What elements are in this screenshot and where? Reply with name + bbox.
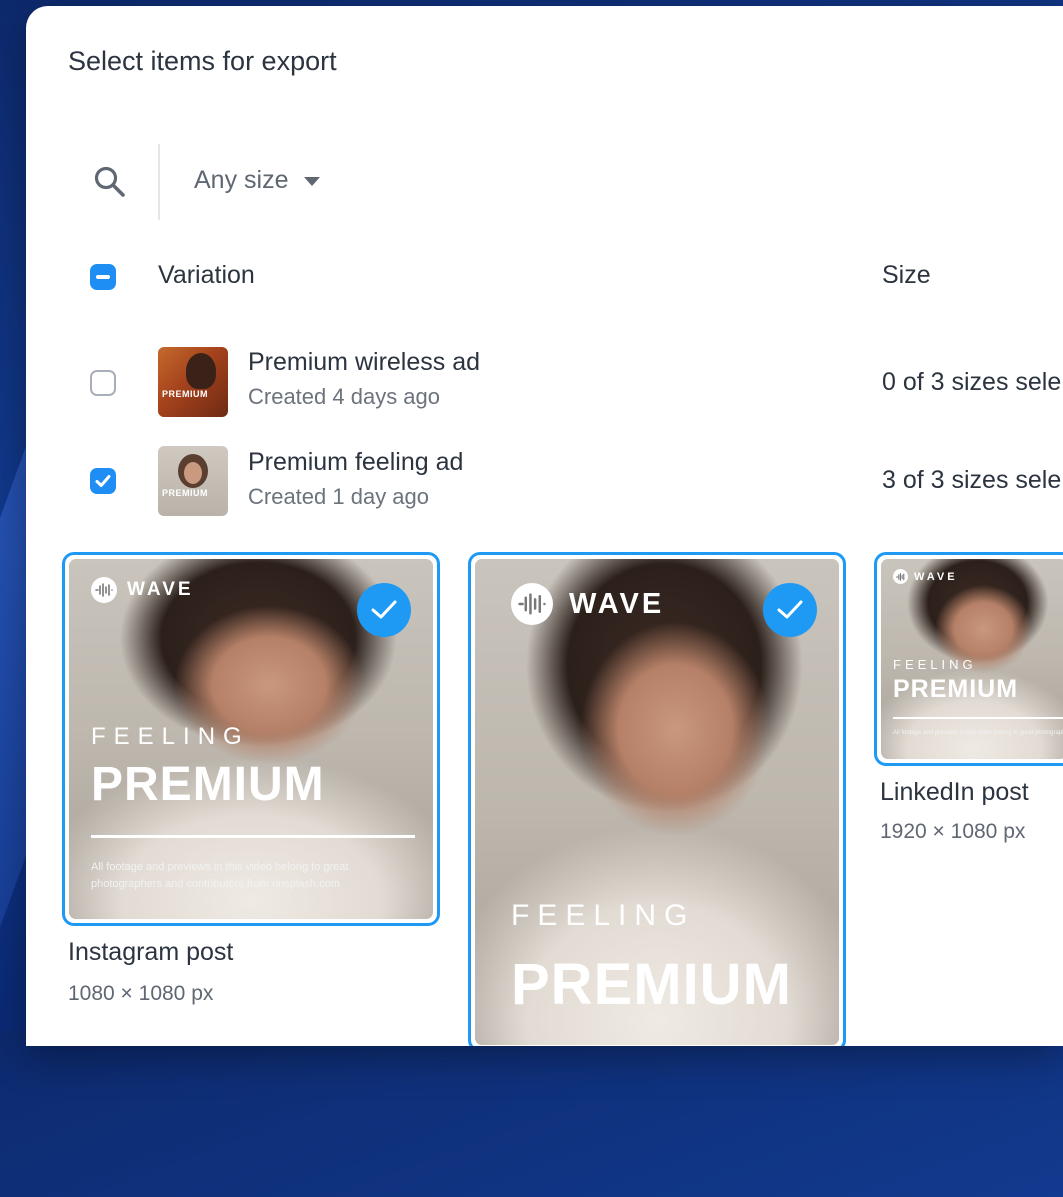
variation-name[interactable]: Premium feeling ad xyxy=(248,448,463,477)
variation-thumbnail: PREMIUM xyxy=(158,446,228,516)
wave-logo-icon xyxy=(511,583,553,625)
ad-preview-image: WAVE FEELING PREMIUM xyxy=(475,559,839,1045)
size-card-linkedin[interactable]: WAVE FEELING PREMIUM All footage and pre… xyxy=(874,552,1063,766)
ad-divider xyxy=(893,717,1063,719)
wave-brand-text: WAVE xyxy=(127,579,194,600)
variation-thumbnail: PREMIUM xyxy=(158,347,228,417)
ad-kicker: FEELING xyxy=(893,657,977,672)
ad-divider xyxy=(91,835,415,838)
variation-name[interactable]: Premium wireless ad xyxy=(248,348,480,377)
column-header-variation: Variation xyxy=(158,261,255,289)
row-checkbox[interactable] xyxy=(90,370,116,396)
ad-kicker: FEELING xyxy=(511,899,696,932)
wave-logo: WAVE xyxy=(511,583,664,625)
wave-logo: WAVE xyxy=(91,577,194,603)
checkmark-icon xyxy=(95,475,111,487)
toolbar-divider xyxy=(158,144,160,220)
card-label: LinkedIn post xyxy=(880,778,1029,806)
chevron-down-icon xyxy=(304,177,321,186)
size-filter-label: Any size xyxy=(194,166,289,194)
thumbnail-text: PREMIUM xyxy=(162,488,208,498)
ad-headline: PREMIUM xyxy=(511,952,792,1017)
size-status: 0 of 3 sizes sele xyxy=(882,368,1062,396)
ad-preview-image: WAVE FEELING PREMIUM All footage and pre… xyxy=(69,559,433,919)
card-dimensions: 1920 × 1080 px xyxy=(880,820,1026,843)
row-checkbox[interactable] xyxy=(90,468,116,494)
ad-credit: All footage and previews in this video b… xyxy=(91,861,349,890)
ad-preview-image: WAVE FEELING PREMIUM All footage and pre… xyxy=(881,559,1063,759)
wave-logo-icon xyxy=(893,569,908,584)
wave-brand-text: WAVE xyxy=(569,587,665,620)
variation-created: Created 4 days ago xyxy=(248,384,441,409)
ad-credit: All footage and previews in this video b… xyxy=(893,730,1063,736)
ad-kicker: FEELING xyxy=(91,723,250,750)
size-status: 3 of 3 sizes sele xyxy=(882,466,1062,494)
card-dimensions: 1080 × 1080 px xyxy=(68,982,214,1005)
ad-headline: PREMIUM xyxy=(91,758,325,811)
variation-created: Created 1 day ago xyxy=(248,484,430,509)
wave-brand-text: WAVE xyxy=(914,570,958,583)
search-icon[interactable] xyxy=(92,164,128,200)
selected-check-icon xyxy=(357,583,411,637)
size-card-instagram[interactable]: WAVE FEELING PREMIUM All footage and pre… xyxy=(62,552,440,926)
wave-logo: WAVE xyxy=(893,569,958,584)
dialog-title: Select items for export xyxy=(68,46,337,76)
wave-logo-icon xyxy=(91,577,117,603)
column-header-size: Size xyxy=(882,261,931,289)
ad-headline: PREMIUM xyxy=(893,675,1019,703)
select-all-checkbox[interactable] xyxy=(90,264,116,290)
export-dialog: Select items for export Any size Variati… xyxy=(26,6,1063,1046)
card-label: Instagram post xyxy=(68,938,234,966)
size-filter-dropdown[interactable]: Any size xyxy=(194,166,321,195)
thumbnail-text: PREMIUM xyxy=(162,389,208,399)
size-card-story[interactable]: WAVE FEELING PREMIUM xyxy=(468,552,846,1046)
selected-check-icon xyxy=(763,583,817,637)
